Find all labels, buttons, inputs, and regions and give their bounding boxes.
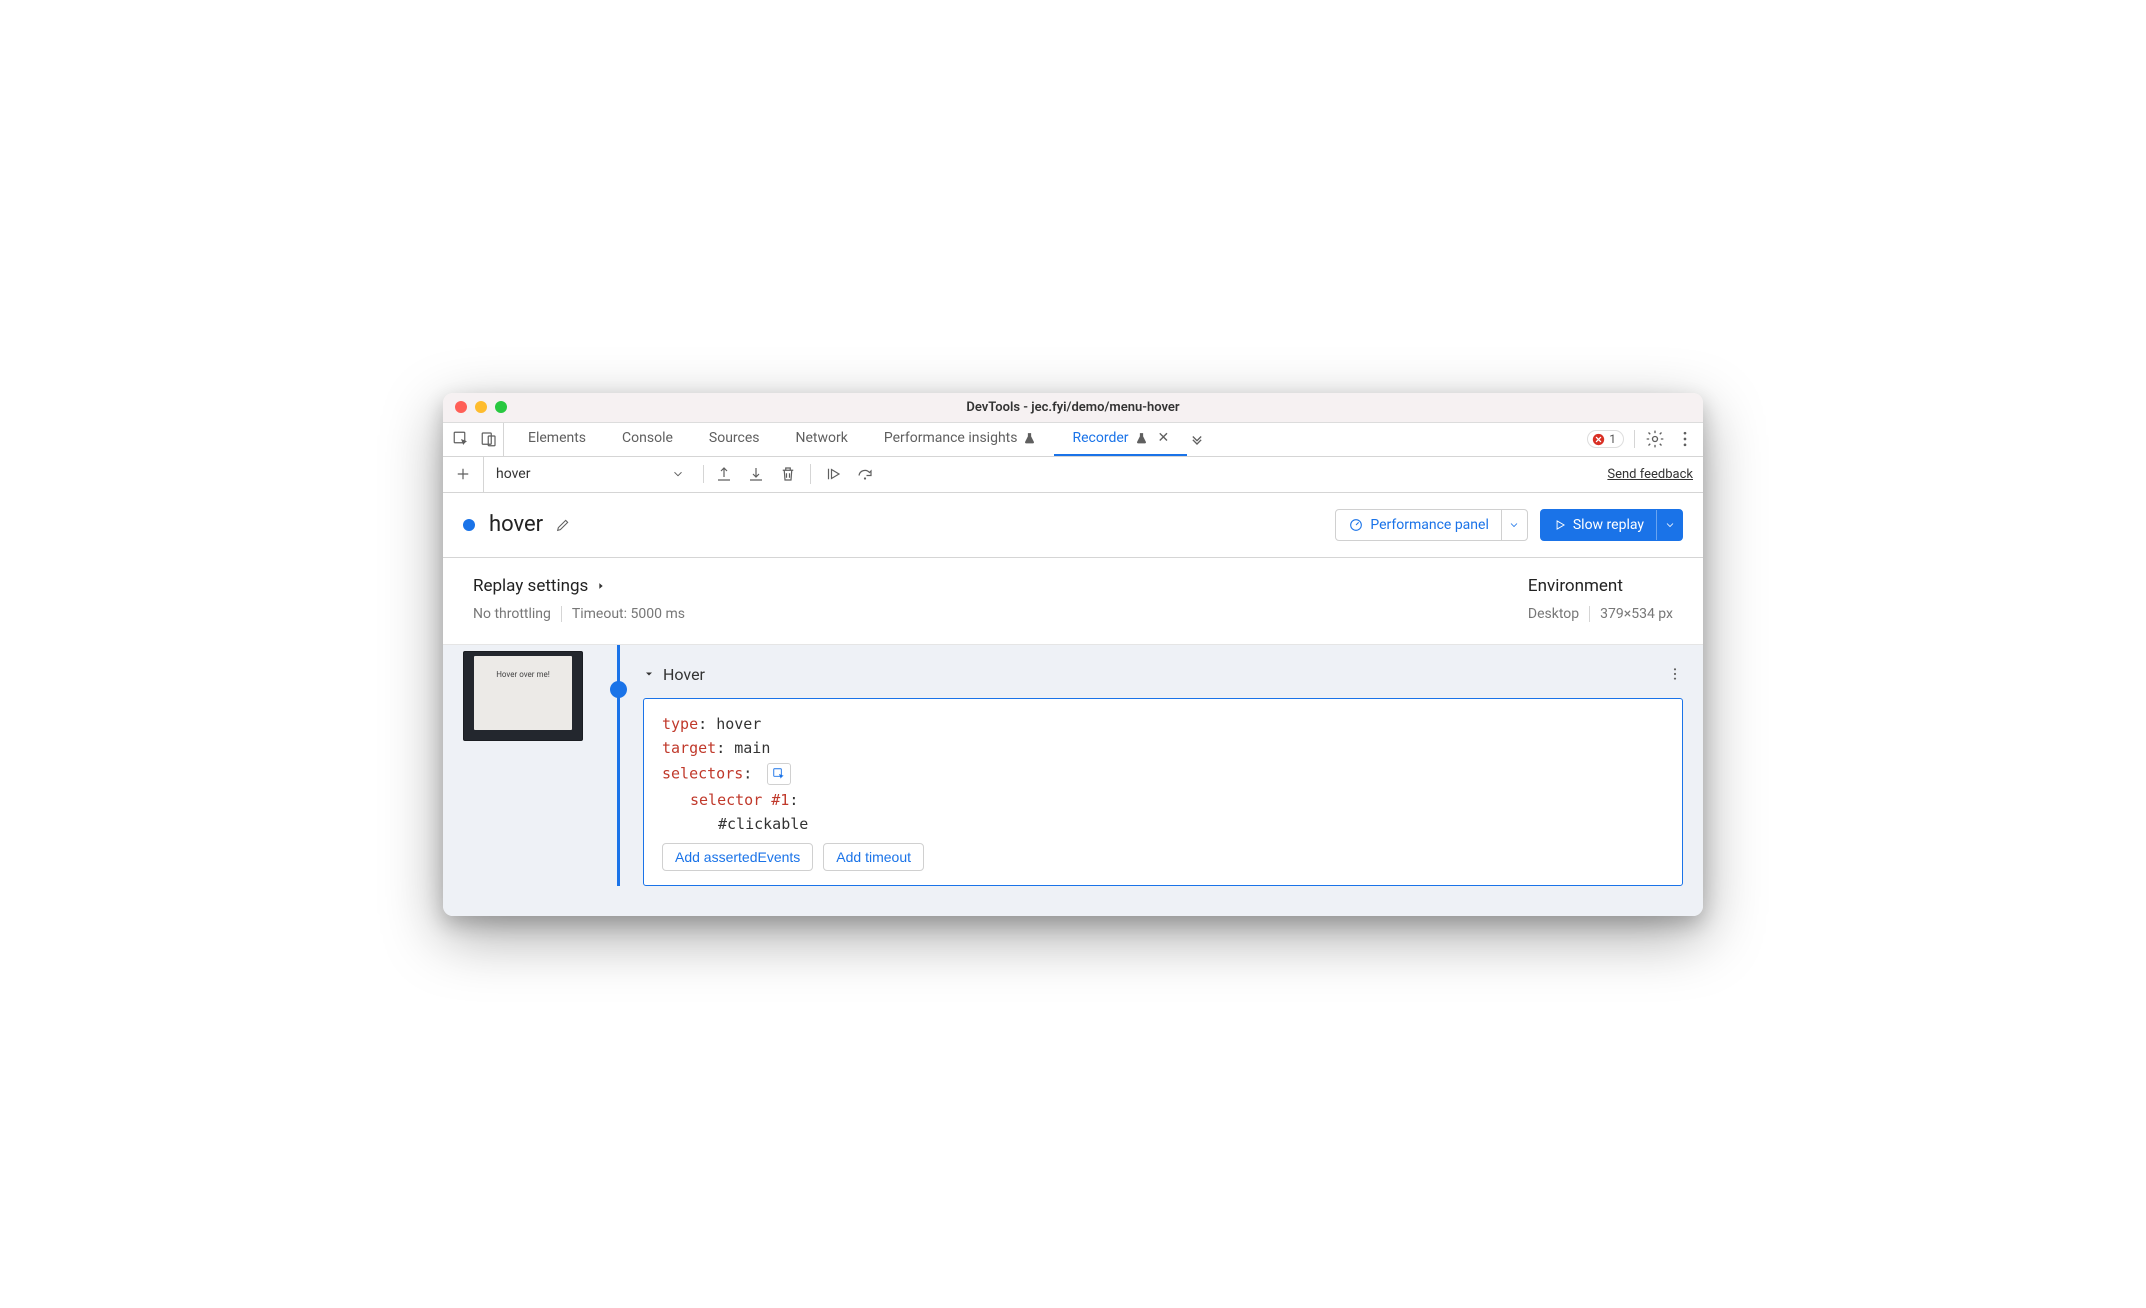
edit-title-icon[interactable]	[553, 515, 573, 535]
performance-panel-button[interactable]: Performance panel	[1335, 509, 1528, 541]
replay-settings-toggle[interactable]: Replay settings	[473, 576, 685, 596]
import-icon[interactable]	[746, 464, 766, 484]
close-tab-icon[interactable]: ✕	[1158, 430, 1170, 446]
devtools-window: DevTools - jec.fyi/demo/menu-hover Eleme…	[443, 393, 1703, 916]
slow-replay-button[interactable]: Slow replay	[1540, 509, 1683, 541]
new-recording-button[interactable]	[453, 464, 473, 484]
caret-right-icon	[596, 581, 606, 591]
recording-select-value: hover	[496, 466, 530, 482]
performance-panel-caret[interactable]	[1501, 510, 1527, 540]
flask-icon	[1023, 432, 1036, 445]
recorder-toolbar: hover Send feedback	[443, 457, 1703, 493]
titlebar: DevTools - jec.fyi/demo/menu-hover	[443, 393, 1703, 423]
step-title: Hover	[663, 665, 705, 684]
recording-title-row: hover Performance panel Slow replay	[443, 493, 1703, 558]
chevron-down-icon	[1508, 519, 1520, 531]
tab-recorder[interactable]: Recorder ✕	[1054, 423, 1187, 456]
step-header[interactable]: Hover	[643, 665, 1683, 684]
chevron-down-icon	[1664, 519, 1676, 531]
recording-title: hover	[489, 512, 543, 537]
throttling-value: No throttling	[473, 606, 551, 622]
window-title: DevTools - jec.fyi/demo/menu-hover	[443, 400, 1703, 415]
performance-panel-label: Performance panel	[1370, 517, 1489, 533]
step-thumbnail[interactable]: Hover over me!	[463, 651, 583, 741]
play-icon	[1553, 518, 1567, 532]
device-value: Desktop	[1528, 606, 1579, 622]
timeout-value: Timeout: 5000 ms	[572, 606, 685, 622]
step-menu-icon[interactable]	[1667, 666, 1683, 682]
selector-value[interactable]: #clickable	[718, 815, 1664, 833]
recording-status-dot	[463, 519, 475, 531]
kebab-menu-icon[interactable]	[1675, 429, 1695, 449]
timeline-node[interactable]	[610, 681, 627, 698]
more-tabs-icon[interactable]	[1187, 429, 1207, 449]
tab-sources[interactable]: Sources	[691, 423, 778, 456]
timeline-line	[603, 645, 643, 886]
error-icon	[1592, 433, 1605, 446]
chevron-down-icon	[671, 467, 685, 481]
timeline: Hover over me! Hover type: hover target:…	[443, 644, 1703, 916]
step-over-icon[interactable]	[855, 464, 875, 484]
caret-down-icon	[643, 668, 655, 680]
gauge-icon	[1348, 517, 1364, 533]
tab-elements[interactable]: Elements	[510, 423, 604, 456]
device-toggle-icon[interactable]	[479, 429, 499, 449]
add-asserted-events-button[interactable]: Add assertedEvents	[662, 843, 813, 871]
add-timeout-button[interactable]: Add timeout	[823, 843, 924, 871]
slow-replay-caret[interactable]	[1656, 510, 1682, 540]
tab-console[interactable]: Console	[604, 423, 691, 456]
tabs-row: Elements Console Sources Network Perform…	[443, 423, 1703, 457]
element-picker-icon[interactable]	[767, 763, 791, 785]
export-icon[interactable]	[714, 464, 734, 484]
send-feedback-link[interactable]: Send feedback	[1607, 467, 1693, 482]
step-play-icon[interactable]	[823, 464, 843, 484]
settings-gear-icon[interactable]	[1645, 429, 1665, 449]
inspect-icon[interactable]	[451, 429, 471, 449]
error-count: 1	[1609, 432, 1616, 446]
tab-network[interactable]: Network	[778, 423, 866, 456]
error-badge[interactable]: 1	[1587, 430, 1624, 448]
step-row-target[interactable]: target: main	[662, 739, 1664, 757]
dimensions-value: 379×534 px	[1600, 606, 1673, 622]
environment-heading: Environment	[1528, 576, 1673, 596]
thumbnail-text: Hover over me!	[474, 656, 572, 730]
step-row-selector1[interactable]: selector #1:	[690, 791, 1664, 809]
step-row-selectors[interactable]: selectors:	[662, 763, 1664, 785]
flask-icon	[1135, 432, 1148, 445]
delete-icon[interactable]	[778, 464, 798, 484]
step-card: type: hover target: main selectors: sele…	[643, 698, 1683, 886]
step-row-type[interactable]: type: hover	[662, 715, 1664, 733]
slow-replay-label: Slow replay	[1573, 517, 1644, 533]
tab-performance-insights[interactable]: Performance insights	[866, 423, 1055, 456]
tab-list: Elements Console Sources Network Perform…	[510, 423, 1579, 456]
settings-strip: Replay settings No throttling Timeout: 5…	[443, 558, 1703, 644]
recording-select[interactable]: hover	[483, 457, 693, 492]
